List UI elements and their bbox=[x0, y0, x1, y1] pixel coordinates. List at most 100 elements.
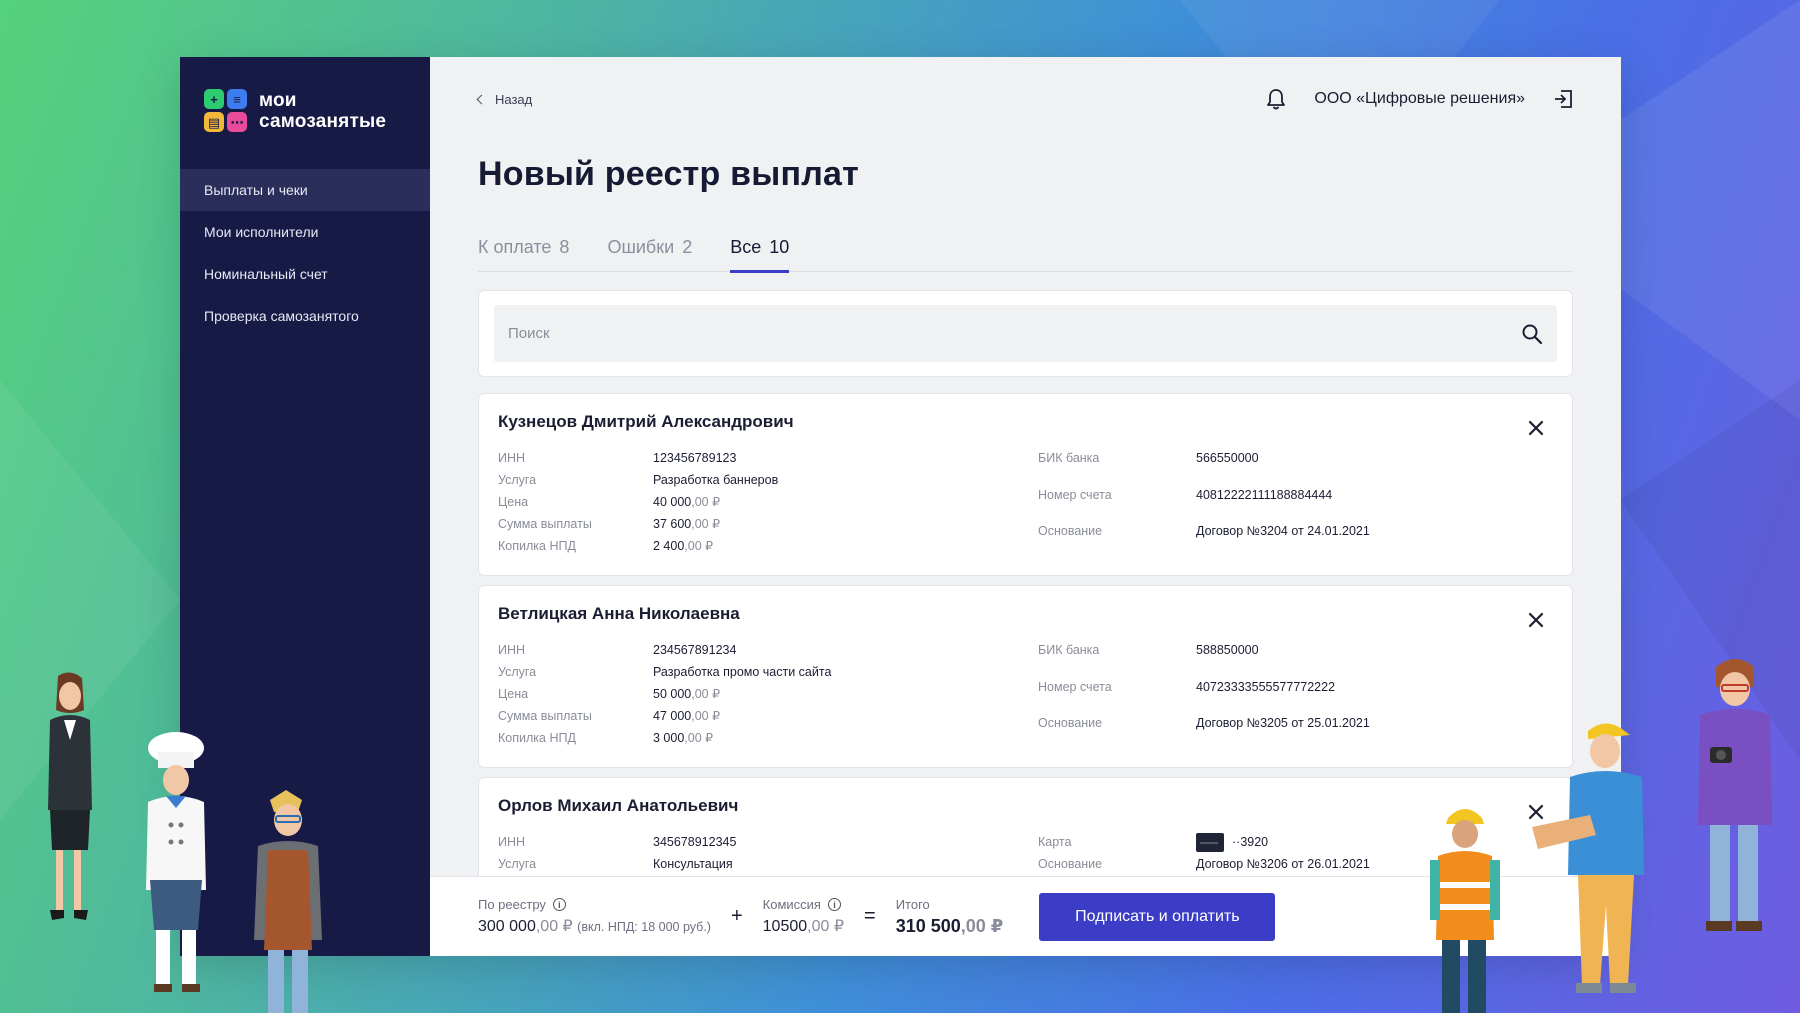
tab-count: 10 bbox=[769, 237, 790, 257]
amount-rub: 37 600 bbox=[653, 517, 692, 531]
page-title: Новый реестр выплат bbox=[478, 155, 859, 193]
payee-card: Кузнецов Дмитрий Александрович ИНН 12345… bbox=[478, 393, 1573, 576]
value-basis: Договор №3206 от 26.01.2021 bbox=[1196, 857, 1370, 871]
value-npd: 3 000,00 ₽ bbox=[653, 727, 1038, 749]
label-basis: Основание bbox=[1038, 857, 1103, 871]
sign-and-pay-button[interactable]: Подписать и оплатить bbox=[1039, 892, 1276, 941]
topbar: Назад ООО «Цифровые решения» bbox=[476, 79, 1573, 119]
commission-value: 10500,00 ₽ bbox=[763, 916, 844, 936]
search-icon[interactable] bbox=[1521, 323, 1543, 345]
amount-rub: 47 000 bbox=[653, 709, 692, 723]
tab-label: Ошибки bbox=[607, 237, 675, 257]
amount-rub: 2 400 bbox=[653, 539, 685, 553]
value-inn: 345678912345 bbox=[653, 835, 737, 849]
label-payout: Сумма выплаты bbox=[498, 517, 592, 531]
chevron-left-icon bbox=[476, 94, 487, 104]
payee-details: ИНН 123456789123 Услуга Разработка банне… bbox=[498, 447, 1553, 557]
bell-icon[interactable] bbox=[1266, 88, 1286, 110]
bank-card-icon bbox=[1196, 833, 1224, 853]
label-service: Услуга bbox=[498, 857, 537, 871]
amount-rub: 300 000 bbox=[478, 918, 536, 935]
amount-rub: 50 000 bbox=[653, 687, 692, 701]
app-window: + ≡ ▤ ⋯ мои самозанятые Выплаты и чеки М… bbox=[180, 57, 1621, 956]
search-box bbox=[494, 305, 1557, 362]
value-basis: Договор №3205 от 25.01.2021 bbox=[1196, 716, 1370, 731]
tabs: К оплате 8 Ошибки 2 Все 10 bbox=[478, 237, 1573, 273]
tab-to-pay[interactable]: К оплате 8 bbox=[478, 237, 569, 272]
value-npd: 2 400,00 ₽ bbox=[653, 535, 1038, 557]
tab-label: К оплате bbox=[478, 237, 552, 257]
sidebar-nav: Выплаты и чеки Мои исполнители Номинальн… bbox=[180, 169, 430, 337]
sidebar-item-check-self-employed[interactable]: Проверка самозанятого bbox=[180, 295, 430, 337]
construction-worker-illustration bbox=[1430, 809, 1500, 1013]
payee-details-left: ИНН 234567891234 Услуга Разработка промо… bbox=[498, 639, 1038, 749]
tab-label: Все bbox=[730, 237, 762, 257]
label-text: Комиссия bbox=[762, 897, 821, 912]
label-npd: Копилка НПД bbox=[498, 731, 576, 745]
value-payout: 37 600,00 ₽ bbox=[653, 513, 1038, 535]
sidebar-item-nominal-account[interactable]: Номинальный счет bbox=[180, 253, 430, 295]
chef-illustration bbox=[146, 732, 206, 992]
search-input[interactable] bbox=[494, 305, 1557, 362]
label-account: Номер счета bbox=[1038, 679, 1112, 694]
value-card: ··3920 bbox=[1196, 831, 1370, 853]
info-icon[interactable]: i bbox=[827, 898, 841, 911]
label-inn: ИНН bbox=[498, 643, 526, 657]
logo-text: мои самозанятые bbox=[259, 90, 386, 132]
payee-name: Ветлицкая Анна Николаевна bbox=[498, 604, 740, 623]
registry-sum-value: 300 000,00 ₽ (вкл. НПД: 18 000 руб.) bbox=[478, 916, 711, 936]
amount-kop: ,00 ₽ bbox=[684, 539, 714, 553]
amount-kop: ,00 ₽ bbox=[691, 517, 721, 531]
logo[interactable]: + ≡ ▤ ⋯ мои самозанятые bbox=[204, 89, 386, 132]
label-price: Цена bbox=[498, 495, 529, 509]
label-bik: БИК банка bbox=[1038, 451, 1100, 465]
logo-plus-icon: + bbox=[204, 89, 224, 109]
label-text: По реестру bbox=[478, 897, 546, 912]
label-account: Номер счета bbox=[1038, 487, 1112, 502]
registry-sum: По реестру i 300 000,00 ₽ (вкл. НПД: 18 0… bbox=[478, 897, 711, 936]
value-bik: 588850000 bbox=[1196, 643, 1259, 657]
value-service: Разработка промо части сайта bbox=[653, 665, 832, 679]
payee-details-left: ИНН 345678912345 Услуга Консультация bbox=[498, 831, 1038, 875]
label-bik: БИК банка bbox=[1038, 643, 1100, 657]
amount-kop: ,00 ₽ bbox=[960, 915, 1004, 936]
value-account: 40812222111188884444 bbox=[1196, 487, 1333, 502]
barista-illustration bbox=[254, 790, 322, 1013]
label-basis: Основание bbox=[1038, 524, 1103, 539]
close-icon[interactable] bbox=[1528, 612, 1544, 628]
logo-line-1: мои bbox=[259, 89, 297, 111]
label-inn: ИНН bbox=[498, 835, 526, 849]
card-number: ··3920 bbox=[1232, 835, 1269, 849]
info-icon[interactable]: i bbox=[552, 898, 566, 911]
sidebar-item-payouts[interactable]: Выплаты и чеки bbox=[180, 169, 430, 211]
sidebar-item-executors[interactable]: Мои исполнители bbox=[180, 211, 430, 253]
tab-errors[interactable]: Ошибки 2 bbox=[607, 237, 692, 272]
amount-kop: ,00 ₽ bbox=[691, 495, 721, 509]
back-link[interactable]: Назад bbox=[476, 91, 533, 107]
amount-rub: 10500 bbox=[762, 918, 808, 935]
close-icon[interactable] bbox=[1528, 420, 1544, 436]
amount-kop: ,00 ₽ bbox=[807, 918, 845, 935]
label-basis: Основание bbox=[1038, 716, 1103, 731]
logout-icon[interactable] bbox=[1553, 89, 1573, 109]
npd-note: (вкл. НПД: 18 000 руб.) bbox=[577, 920, 711, 934]
total: Итого 310 500,00 ₽ bbox=[896, 897, 1004, 937]
label-service: Услуга bbox=[498, 473, 537, 487]
label-npd: Копилка НПД bbox=[498, 539, 576, 553]
value-price: 50 000,00 ₽ bbox=[653, 683, 1038, 705]
payee-details-right: БИК банка 566550000 Номер счета 40812222… bbox=[1038, 447, 1370, 557]
logo-list-icon: ≡ bbox=[227, 89, 247, 109]
payee-name: Кузнецов Дмитрий Александрович bbox=[498, 412, 794, 431]
organization-name[interactable]: ООО «Цифровые решения» bbox=[1314, 90, 1525, 108]
payee-details-right: Карта ··3920 Основание Договор №3206 от … bbox=[1038, 831, 1370, 875]
amount-kop: ,00 ₽ bbox=[691, 709, 721, 723]
value-service: Консультация bbox=[653, 857, 733, 871]
tab-all[interactable]: Все 10 bbox=[730, 237, 790, 273]
search-card bbox=[478, 290, 1573, 377]
logo-mark: + ≡ ▤ ⋯ bbox=[204, 89, 247, 132]
tab-count: 2 bbox=[682, 237, 693, 257]
back-label: Назад bbox=[495, 91, 533, 107]
label-card: Карта bbox=[1038, 835, 1072, 849]
payee-card: Ветлицкая Анна Николаевна ИНН 2345678912… bbox=[478, 585, 1573, 768]
payee-details-right: БИК банка 588850000 Номер счета 40723333… bbox=[1038, 639, 1370, 749]
